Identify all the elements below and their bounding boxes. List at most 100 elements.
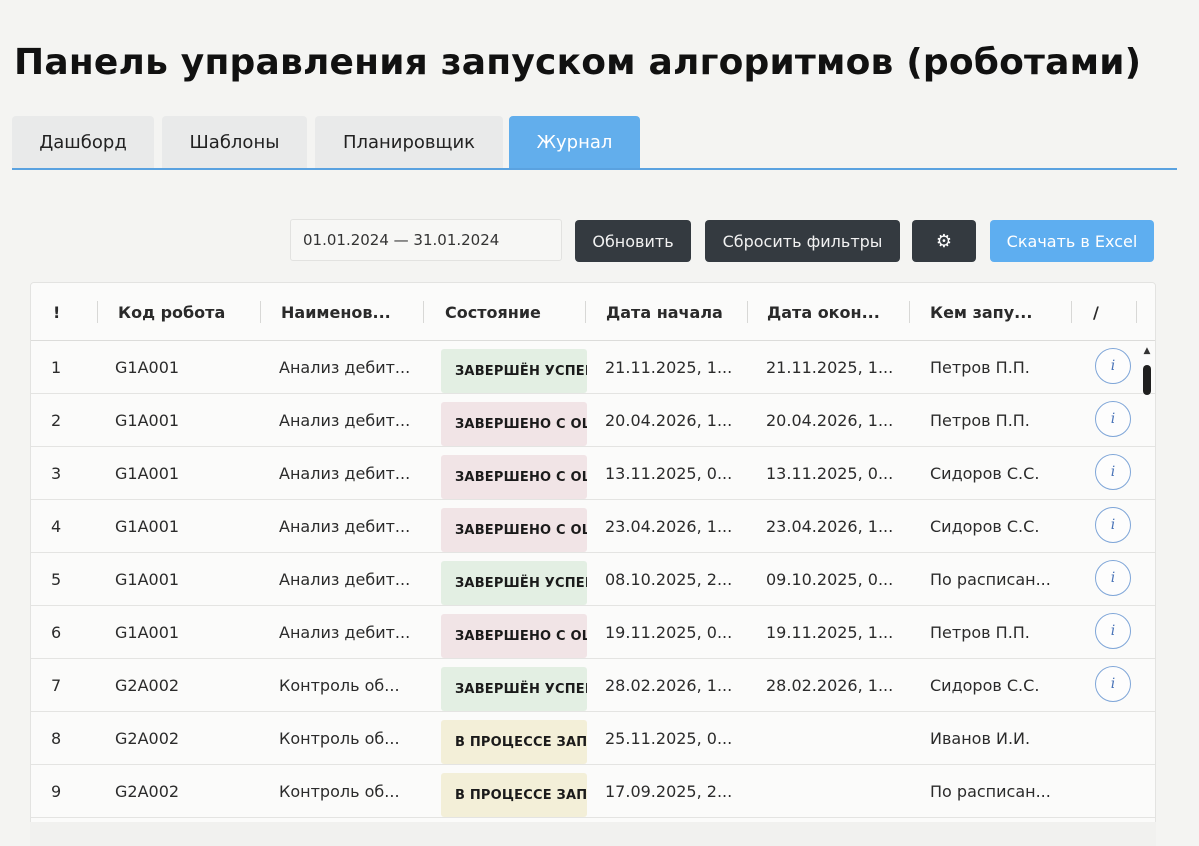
- column-header-actions[interactable]: /: [1093, 283, 1099, 341]
- started-by-cell: Петров П.П.: [930, 411, 1030, 430]
- table-row[interactable]: 9 G2A002 Контроль об... 17.09.2025, 2... По …: [31, 765, 1155, 818]
- row-number-cell: 3: [51, 464, 62, 483]
- table-footer-area: [30, 822, 1156, 846]
- started-by-cell: Иванов И.И.: [930, 729, 1031, 748]
- column-header-code[interactable]: Код робота: [118, 283, 225, 341]
- start-date-cell: 08.10.2025, 2...: [605, 570, 733, 589]
- table-row[interactable]: 2 G1A001 Анализ дебит... 20.04.2026, 1... 20…: [31, 394, 1155, 447]
- tab-journal[interactable]: Журнал: [509, 116, 640, 168]
- robot-code-cell: G1A001: [115, 623, 180, 642]
- settings-button[interactable]: ⚙: [912, 220, 976, 262]
- info-icon[interactable]: i: [1095, 507, 1131, 543]
- table-row[interactable]: 6 G1A001 Анализ дебит... 19.11.2025, 0... 19…: [31, 606, 1155, 659]
- gear-icon: ⚙: [935, 230, 953, 252]
- status-badge: ЗАВЕРШЁН УСПЕШ: [441, 561, 587, 605]
- status-badge: В ПРОЦЕССЕ ЗАП: [441, 773, 587, 817]
- row-number-cell: 1: [51, 358, 62, 377]
- start-date-cell: 21.11.2025, 1...: [605, 358, 733, 377]
- robot-code-cell: G1A001: [115, 517, 180, 536]
- table-header: ! Код робота Наименов... Состояние Дата …: [31, 283, 1155, 341]
- column-header-started-by[interactable]: Кем запу...: [930, 283, 1032, 341]
- info-icon[interactable]: i: [1095, 666, 1131, 702]
- row-number-cell: 9: [51, 782, 62, 801]
- column-divider[interactable]: [1071, 301, 1072, 323]
- start-date-cell: 23.04.2026, 1...: [605, 517, 733, 536]
- start-date-cell: 13.11.2025, 0...: [605, 464, 733, 483]
- date-range-input[interactable]: 01.01.2024 — 31.01.2024: [290, 219, 562, 261]
- start-date-cell: 28.02.2026, 1...: [605, 676, 733, 695]
- tab-dashboard[interactable]: Дашборд: [12, 116, 154, 168]
- column-header-name[interactable]: Наименов...: [281, 283, 391, 341]
- table-scrollbar[interactable]: ▲: [1142, 347, 1152, 846]
- column-header-num[interactable]: !: [53, 283, 60, 341]
- row-number-cell: 5: [51, 570, 62, 589]
- end-date-cell: 13.11.2025, 0...: [766, 464, 894, 483]
- row-number-cell: 6: [51, 623, 62, 642]
- started-by-cell: По расписан...: [930, 782, 1051, 801]
- end-date-cell: 23.04.2026, 1...: [766, 517, 894, 536]
- end-date-cell: 21.11.2025, 1...: [766, 358, 894, 377]
- robot-code-cell: G1A001: [115, 358, 180, 377]
- robot-code-cell: G1A001: [115, 411, 180, 430]
- robot-name-cell: Анализ дебит...: [279, 517, 411, 536]
- start-date-cell: 25.11.2025, 0...: [605, 729, 733, 748]
- status-badge: ЗАВЕРШЕНО С ОШ: [441, 455, 587, 499]
- robot-name-cell: Контроль об...: [279, 729, 400, 748]
- table-row[interactable]: 1 G1A001 Анализ дебит... 21.11.2025, 1... 21…: [31, 341, 1155, 394]
- info-icon[interactable]: i: [1095, 454, 1131, 490]
- tab-templates[interactable]: Шаблоны: [162, 116, 307, 168]
- robot-name-cell: Контроль об...: [279, 782, 400, 801]
- started-by-cell: Сидоров С.С.: [930, 464, 1040, 483]
- export-excel-button[interactable]: Скачать в Excel: [990, 220, 1154, 262]
- column-divider[interactable]: [909, 301, 910, 323]
- robot-code-cell: G2A002: [115, 729, 180, 748]
- table-row[interactable]: 5 G1A001 Анализ дебит... 08.10.2025, 2... 09…: [31, 553, 1155, 606]
- column-header-status[interactable]: Состояние: [445, 283, 541, 341]
- status-badge: ЗАВЕРШЁН УСПЕШ: [441, 667, 587, 711]
- column-header-end[interactable]: Дата окон...: [767, 283, 880, 341]
- status-badge: ЗАВЕРШЕНО С ОШ: [441, 402, 587, 446]
- robot-name-cell: Анализ дебит...: [279, 464, 411, 483]
- scrollbar-thumb[interactable]: [1143, 365, 1151, 395]
- column-divider[interactable]: [747, 301, 748, 323]
- info-icon[interactable]: i: [1095, 560, 1131, 596]
- row-number-cell: 7: [51, 676, 62, 695]
- table-row[interactable]: 4 G1A001 Анализ дебит... 23.04.2026, 1... 23…: [31, 500, 1155, 553]
- page-title: Панель управления запуском алгоритмов (р…: [14, 42, 1142, 83]
- started-by-cell: Сидоров С.С.: [930, 676, 1040, 695]
- robot-name-cell: Анализ дебит...: [279, 570, 411, 589]
- end-date-cell: 20.04.2026, 1...: [766, 411, 894, 430]
- refresh-button[interactable]: Обновить: [575, 220, 691, 262]
- robot-name-cell: Анализ дебит...: [279, 358, 411, 377]
- table-row[interactable]: 7 G2A002 Контроль об... 28.02.2026, 1... 28.…: [31, 659, 1155, 712]
- column-divider[interactable]: [423, 301, 424, 323]
- start-date-cell: 20.04.2026, 1...: [605, 411, 733, 430]
- journal-table: ! Код робота Наименов... Состояние Дата …: [30, 282, 1156, 846]
- info-icon[interactable]: i: [1095, 401, 1131, 437]
- reset-filters-button[interactable]: Сбросить фильтры: [705, 220, 900, 262]
- info-icon[interactable]: i: [1095, 613, 1131, 649]
- end-date-cell: 09.10.2025, 0...: [766, 570, 894, 589]
- start-date-cell: 17.09.2025, 2...: [605, 782, 733, 801]
- robot-code-cell: G1A001: [115, 464, 180, 483]
- scroll-up-arrow-icon[interactable]: ▲: [1142, 347, 1152, 356]
- table-row[interactable]: 3 G1A001 Анализ дебит... 13.11.2025, 0... 13…: [31, 447, 1155, 500]
- tab-bar: Дашборд Шаблоны Планировщик Журнал: [12, 116, 1177, 170]
- column-header-start[interactable]: Дата начала: [606, 283, 723, 341]
- info-icon[interactable]: i: [1095, 348, 1131, 384]
- end-date-cell: 28.02.2026, 1...: [766, 676, 894, 695]
- status-badge: ЗАВЕРШЁН УСПЕШ: [441, 349, 587, 393]
- column-divider[interactable]: [585, 301, 586, 323]
- robot-name-cell: Контроль об...: [279, 676, 400, 695]
- column-divider[interactable]: [260, 301, 261, 323]
- status-badge: В ПРОЦЕССЕ ЗАП: [441, 720, 587, 764]
- row-number-cell: 2: [51, 411, 62, 430]
- started-by-cell: Петров П.П.: [930, 358, 1030, 377]
- column-divider[interactable]: [1136, 301, 1137, 323]
- column-divider[interactable]: [97, 301, 98, 323]
- started-by-cell: Петров П.П.: [930, 623, 1030, 642]
- table-row[interactable]: 8 G2A002 Контроль об... 25.11.2025, 0... Ива…: [31, 712, 1155, 765]
- row-number-cell: 8: [51, 729, 62, 748]
- started-by-cell: По расписан...: [930, 570, 1051, 589]
- tab-scheduler[interactable]: Планировщик: [315, 116, 503, 168]
